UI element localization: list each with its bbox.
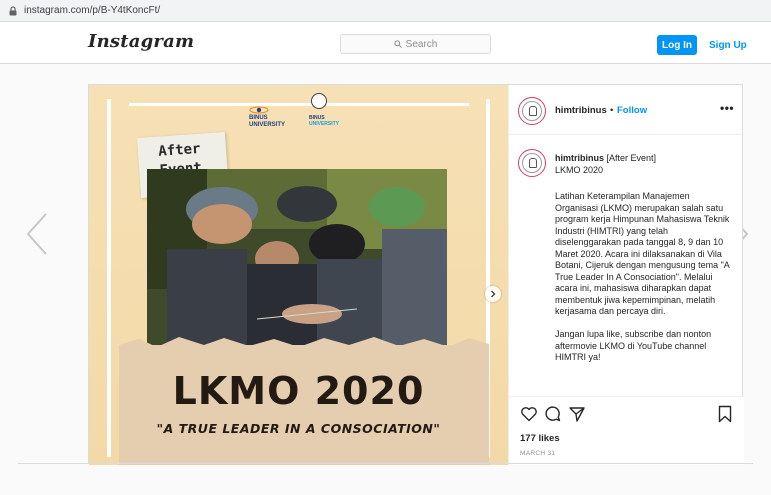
more-options-button[interactable]: ••• <box>720 101 734 115</box>
search-icon <box>394 40 402 48</box>
divider <box>18 463 753 464</box>
bookmark-icon <box>718 405 732 423</box>
search-placeholder: Search <box>405 38 438 50</box>
post-date[interactable]: MARCH 31 <box>520 450 555 457</box>
top-navigation: Instagram Search Log In Sign Up <box>0 22 771 64</box>
binus-logo-2: BINUS UNIVERSITY <box>309 115 340 127</box>
poster-tagline: "A TRUE LEADER IN A CONSOCIATION" <box>156 421 441 436</box>
caption-username[interactable]: himtribinus <box>555 153 604 163</box>
caption-second-line: LKMO 2020 <box>555 164 604 175</box>
comment-icon <box>545 406 561 422</box>
post-sidebar: himtribinus • Follow ••• himtribinus [Af… <box>508 85 744 465</box>
login-button[interactable]: Log In <box>657 35 697 55</box>
post-image[interactable]: BINUSUNIVERSITY BINUSUNIVERSITY AfterEve… <box>89 85 508 465</box>
signup-link[interactable]: Sign Up <box>709 35 747 55</box>
caption-body: Latihan Keterampilan Manajemen Organisas… <box>555 191 731 396</box>
separator-dot: • <box>610 105 614 116</box>
post-username[interactable]: himtribinus <box>555 105 607 116</box>
chevron-right-icon <box>491 290 496 298</box>
url-text[interactable]: instagram.com/p/B-Y4tKoncFt/ <box>24 5 160 16</box>
share-button[interactable] <box>568 405 586 423</box>
lock-icon <box>8 5 18 16</box>
poster-headline: LKMO 2020 <box>172 369 425 413</box>
heart-icon <box>521 407 537 422</box>
browser-url-bar[interactable]: instagram.com/p/B-Y4tKoncFt/ <box>0 0 771 22</box>
prev-post-button[interactable] <box>26 212 48 256</box>
himtri-seal-logo <box>311 93 327 109</box>
comment-button[interactable] <box>544 405 562 423</box>
post-card: BINUSUNIVERSITY BINUSUNIVERSITY AfterEve… <box>88 84 744 465</box>
follow-button[interactable]: Follow <box>617 105 647 116</box>
search-input[interactable]: Search <box>340 34 491 54</box>
caption-paragraph: Latihan Keterampilan Manajemen Organisas… <box>555 191 730 316</box>
chevron-left-icon <box>26 213 47 255</box>
like-count[interactable]: 177 likes <box>520 433 560 444</box>
like-button[interactable] <box>520 405 538 423</box>
binus-logo-1: BINUS UNIVERSITY <box>249 105 285 129</box>
caption-first-line: [After Event] <box>606 153 657 163</box>
avatar[interactable] <box>518 97 546 125</box>
event-photo <box>147 169 447 354</box>
instagram-logo[interactable]: Instagram <box>88 31 194 52</box>
caption-header: himtribinus [After Event] LKMO 2020 <box>555 153 731 176</box>
post-actions: 177 likes MARCH 31 <box>509 396 744 465</box>
save-button[interactable] <box>716 405 734 423</box>
carousel-next-button[interactable] <box>485 286 501 302</box>
sponsor-logos: BINUS UNIVERSITY BINUS UNIVERSITY <box>249 93 369 135</box>
post-header: himtribinus • Follow ••• <box>509 85 744 135</box>
caption-avatar[interactable] <box>518 149 546 177</box>
caption-paragraph: Jangan lupa like, subscribe dan nonton a… <box>555 329 712 362</box>
share-icon <box>569 407 585 422</box>
